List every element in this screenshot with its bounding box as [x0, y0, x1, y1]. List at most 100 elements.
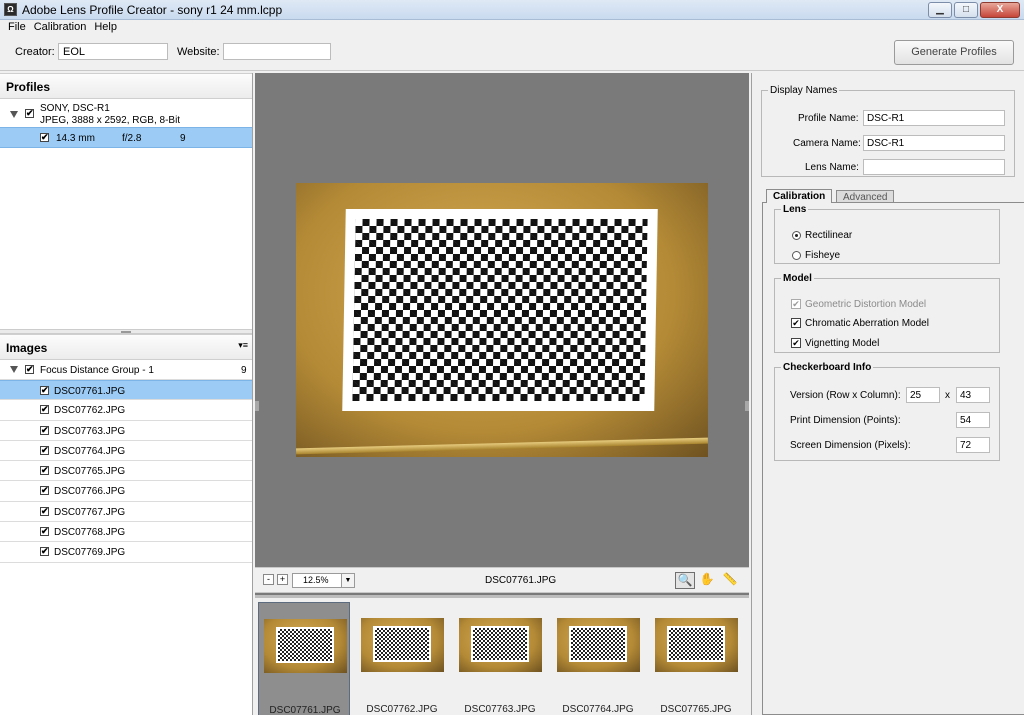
- tab-calibration[interactable]: Calibration: [766, 189, 833, 203]
- zoom-select[interactable]: 12.5% ▼: [292, 573, 355, 588]
- geometric-checkbox[interactable]: ✔: [791, 299, 801, 309]
- group-checkbox[interactable]: ✔: [25, 365, 34, 374]
- thumbnail-caption: DSC07764.JPG: [562, 704, 634, 715]
- chromatic-checkbox[interactable]: ✔: [791, 318, 801, 328]
- lens-name-input[interactable]: [863, 159, 1005, 175]
- lens-group: Lens Rectilinear Fisheye: [774, 204, 1000, 264]
- checkerboard-pattern: [352, 219, 648, 401]
- image-row[interactable]: ✔ DSC07765.JPG: [0, 461, 252, 482]
- zoom-value: 12.5%: [303, 575, 329, 585]
- camera-checkbox[interactable]: ✔: [25, 109, 34, 118]
- left-collapse-handle[interactable]: [255, 401, 259, 411]
- chevron-down-icon[interactable]: ▼: [341, 574, 354, 587]
- camera-name-input[interactable]: DSC-R1: [863, 135, 1005, 151]
- splitter-grip-icon: [121, 331, 131, 333]
- image-checkbox[interactable]: ✔: [40, 466, 49, 476]
- viewer-toolbar: - + 12.5% ▼ DSC07761.JPG 🔍 ✋ 📏: [255, 567, 749, 593]
- measure-tool-icon[interactable]: 📏: [720, 572, 740, 589]
- generate-profiles-button[interactable]: Generate Profiles: [894, 40, 1014, 65]
- calibration-tab-body: Lens Rectilinear Fisheye Model ✔ Geometr…: [762, 202, 1024, 715]
- image-row[interactable]: ✔ DSC07764.JPG: [0, 441, 252, 462]
- thumbnail[interactable]: DSC07762.JPG: [356, 602, 448, 715]
- thumbnail-checkerboard: [373, 626, 431, 662]
- image-checkbox[interactable]: ✔: [40, 386, 49, 395]
- lens-legend: Lens: [783, 204, 807, 215]
- lens-checkbox[interactable]: ✔: [40, 133, 49, 142]
- thumbnail[interactable]: DSC07765.JPG: [650, 602, 742, 715]
- checkerboard-legend: Checkerboard Info: [783, 362, 872, 373]
- website-input[interactable]: [223, 43, 331, 60]
- fisheye-radio[interactable]: [792, 251, 801, 260]
- thumbnail-checkerboard: [471, 626, 529, 662]
- thumbnail[interactable]: DSC07761.JPG: [258, 602, 350, 715]
- model-group: Model ✔ Geometric Distortion Model ✔ Chr…: [774, 273, 1000, 353]
- image-checkbox[interactable]: ✔: [40, 527, 49, 537]
- vignetting-checkbox[interactable]: ✔: [791, 338, 801, 348]
- image-checkbox[interactable]: ✔: [40, 486, 49, 496]
- profile-name-label: Profile Name:: [798, 113, 859, 124]
- image-checkbox[interactable]: ✔: [40, 547, 49, 557]
- zoom-tool-icon[interactable]: 🔍: [675, 572, 695, 589]
- image-checkbox[interactable]: ✔: [40, 445, 49, 455]
- thumbnail-image: [264, 619, 347, 673]
- image-checkbox[interactable]: ✔: [40, 405, 49, 415]
- zoom-out-button[interactable]: -: [263, 574, 274, 585]
- camera-name-label: Camera Name:: [793, 138, 861, 149]
- profile-name-input[interactable]: DSC-R1: [863, 110, 1005, 126]
- thumbnail-caption: DSC07762.JPG: [366, 704, 438, 715]
- image-checkbox[interactable]: ✔: [40, 425, 49, 435]
- image-viewer: - + 12.5% ▼ DSC07761.JPG 🔍 ✋ 📏 DSC07761.…: [255, 73, 749, 715]
- image-row[interactable]: ✔ DSC07763.JPG: [0, 421, 252, 441]
- left-panel: Profiles ✔ SONY, DSC-R1 JPEG, 3888 x 259…: [0, 73, 253, 715]
- hand-tool-icon[interactable]: ✋: [697, 572, 717, 589]
- title-bar: Ω Adobe Lens Profile Creator - sony r1 2…: [0, 0, 1024, 20]
- image-filename: DSC07767.JPG: [54, 506, 126, 518]
- minimize-button[interactable]: ▁: [928, 2, 952, 18]
- close-button[interactable]: X: [980, 2, 1020, 18]
- image-row[interactable]: ✔ DSC07769.JPG: [0, 542, 252, 563]
- image-row[interactable]: ✔ DSC07768.JPG: [0, 522, 252, 543]
- cols-input[interactable]: 43: [956, 387, 990, 403]
- thumbnail[interactable]: DSC07764.JPG: [552, 602, 644, 715]
- image-row[interactable]: ✔ DSC07766.JPG: [0, 481, 252, 502]
- thumbnail-checkerboard: [276, 627, 334, 663]
- zoom-in-button[interactable]: +: [277, 574, 288, 585]
- rectilinear-radio[interactable]: [792, 231, 801, 240]
- lens-name-label: Lens Name:: [805, 162, 859, 173]
- image-row[interactable]: ✔ DSC07762.JPG: [0, 400, 252, 421]
- menu-calibration[interactable]: Calibration: [30, 20, 91, 35]
- image-filename: DSC07763.JPG: [54, 425, 126, 437]
- camera-details: JPEG, 3888 x 2592, RGB, 8-Bit: [40, 115, 181, 126]
- website-label: Website:: [177, 46, 220, 58]
- window-title: Adobe Lens Profile Creator - sony r1 24 …: [22, 3, 283, 17]
- image-checkbox[interactable]: ✔: [40, 506, 49, 516]
- vignetting-label: Vignetting Model: [805, 338, 880, 349]
- profile-camera-node[interactable]: ✔ SONY, DSC-R1 JPEG, 3888 x 2592, RGB, 8…: [0, 103, 252, 127]
- creator-label: Creator:: [15, 46, 55, 58]
- profile-lens-row[interactable]: ✔ 14.3 mm f/2.8 9: [0, 127, 252, 148]
- checkerboard-group: Checkerboard Info Version (Row x Column)…: [774, 362, 1000, 461]
- right-collapse-handle[interactable]: [745, 401, 749, 411]
- rows-input[interactable]: 25: [906, 387, 940, 403]
- images-list: ✔ Focus Distance Group - 1 9 ✔ DSC07761.…: [0, 360, 252, 563]
- images-menu-icon[interactable]: ▾≡: [238, 340, 248, 351]
- print-dimension-input[interactable]: 54: [956, 412, 990, 428]
- display-names-group: Display Names Profile Name: DSC-R1 Camer…: [761, 85, 1015, 177]
- creator-input[interactable]: EOL: [58, 43, 168, 60]
- image-filename: DSC07768.JPG: [54, 527, 126, 539]
- expand-triangle-icon[interactable]: [10, 111, 18, 118]
- thumbnail-image: [459, 618, 542, 672]
- focus-group-row[interactable]: ✔ Focus Distance Group - 1 9: [0, 360, 252, 380]
- thumbnail[interactable]: DSC07763.JPG: [454, 602, 546, 715]
- menu-file[interactable]: File: [4, 20, 30, 35]
- image-row[interactable]: ✔ DSC07767.JPG: [0, 502, 252, 523]
- thumbnail-caption: DSC07763.JPG: [464, 704, 536, 715]
- screen-dimension-input[interactable]: 72: [956, 437, 990, 453]
- right-panel: Display Names Profile Name: DSC-R1 Camer…: [751, 73, 1024, 715]
- expand-triangle-icon[interactable]: [10, 366, 18, 373]
- maximize-button[interactable]: □: [954, 2, 978, 18]
- image-filename: DSC07762.JPG: [54, 405, 126, 417]
- menu-help[interactable]: Help: [90, 20, 121, 35]
- preview-image[interactable]: [296, 183, 708, 457]
- image-row[interactable]: ✔ DSC07761.JPG: [0, 380, 252, 401]
